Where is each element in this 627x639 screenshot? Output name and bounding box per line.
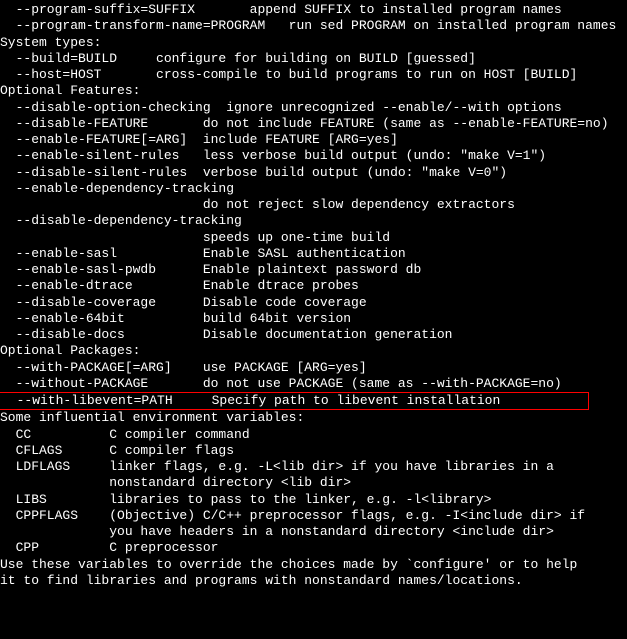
terminal-line: Optional Packages: (0, 343, 627, 359)
terminal-line: --disable-coverage Disable code coverage (0, 295, 627, 311)
highlight-box: --with-libevent=PATH Specify path to lib… (0, 392, 589, 410)
terminal-line: --enable-64bit build 64bit version (0, 311, 627, 327)
terminal-line: CFLAGS C compiler flags (0, 443, 627, 459)
terminal-line: --disable-silent-rules verbose build out… (0, 165, 627, 181)
terminal-line: --with-PACKAGE[=ARG] use PACKAGE [ARG=ye… (0, 360, 627, 376)
terminal-line: LIBS libraries to pass to the linker, e.… (0, 492, 627, 508)
terminal-line: CC C compiler command (0, 427, 627, 443)
highlighted-option-line: --with-libevent=PATH Specify path to lib… (0, 392, 627, 410)
terminal-line: --enable-dtrace Enable dtrace probes (0, 278, 627, 294)
terminal-line: --disable-docs Disable documentation gen… (0, 327, 627, 343)
terminal-line: --enable-silent-rules less verbose build… (0, 148, 627, 164)
terminal-line: --build=BUILD configure for building on … (0, 51, 627, 67)
terminal-line: CPP C preprocessor (0, 540, 627, 556)
terminal-line: --disable-option-checking ignore unrecog… (0, 100, 627, 116)
terminal-line: --host=HOST cross-compile to build progr… (0, 67, 627, 83)
terminal-line: --disable-dependency-tracking (0, 213, 627, 229)
terminal-line: nonstandard directory <lib dir> (0, 475, 627, 491)
terminal-line: --enable-sasl Enable SASL authentication (0, 246, 627, 262)
terminal-line: Optional Features: (0, 83, 627, 99)
terminal-line: it to find libraries and programs with n… (0, 573, 627, 589)
terminal-line: --enable-sasl-pwdb Enable plaintext pass… (0, 262, 627, 278)
terminal-line: CPPFLAGS (Objective) C/C++ preprocessor … (0, 508, 627, 524)
terminal-line: --program-transform-name=PROGRAM run sed… (0, 18, 627, 34)
terminal-line: --without-PACKAGE do not use PACKAGE (sa… (0, 376, 627, 392)
terminal-line: System types: (0, 35, 627, 51)
terminal-output: --program-suffix=SUFFIX append SUFFIX to… (0, 0, 627, 589)
terminal-line: --disable-FEATURE do not include FEATURE… (0, 116, 627, 132)
terminal-line: LDFLAGS linker flags, e.g. -L<lib dir> i… (0, 459, 627, 475)
terminal-line: --enable-dependency-tracking (0, 181, 627, 197)
terminal-line: Use these variables to override the choi… (0, 557, 627, 573)
terminal-line: speeds up one-time build (0, 230, 627, 246)
terminal-line: --program-suffix=SUFFIX append SUFFIX to… (0, 2, 627, 18)
terminal-line: Some influential environment variables: (0, 410, 627, 426)
terminal-line: do not reject slow dependency extractors (0, 197, 627, 213)
terminal-line: --enable-FEATURE[=ARG] include FEATURE [… (0, 132, 627, 148)
terminal-line: you have headers in a nonstandard direct… (0, 524, 627, 540)
